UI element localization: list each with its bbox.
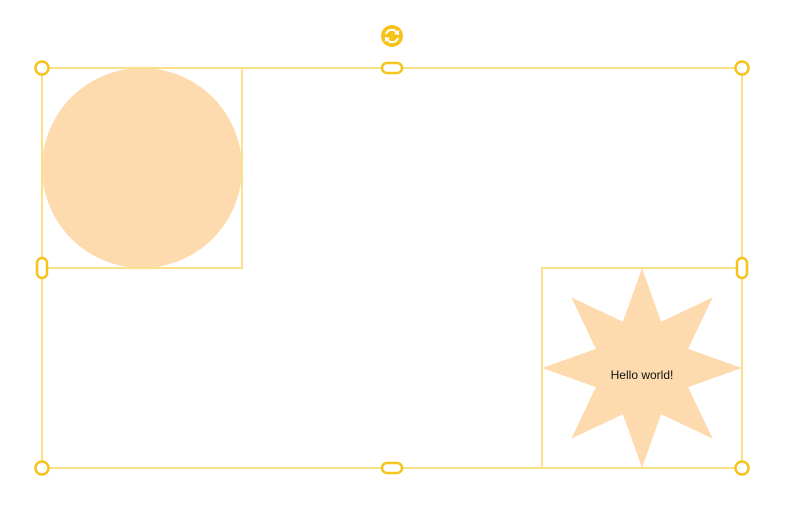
circle-shape[interactable] <box>42 68 242 268</box>
resize-handle-left[interactable] <box>35 256 49 280</box>
canvas[interactable] <box>0 0 797 518</box>
rotate-icon[interactable] <box>381 25 403 47</box>
resize-handle-bottom-left[interactable] <box>34 460 50 476</box>
resize-handle-top-left[interactable] <box>34 60 50 76</box>
resize-handle-bottom-right[interactable] <box>734 460 750 476</box>
resize-handle-right[interactable] <box>735 256 749 280</box>
resize-handle-top-right[interactable] <box>734 60 750 76</box>
resize-handle-bottom[interactable] <box>380 461 404 475</box>
star-text: Hello world! <box>610 368 674 382</box>
resize-handle-top[interactable] <box>380 61 404 75</box>
